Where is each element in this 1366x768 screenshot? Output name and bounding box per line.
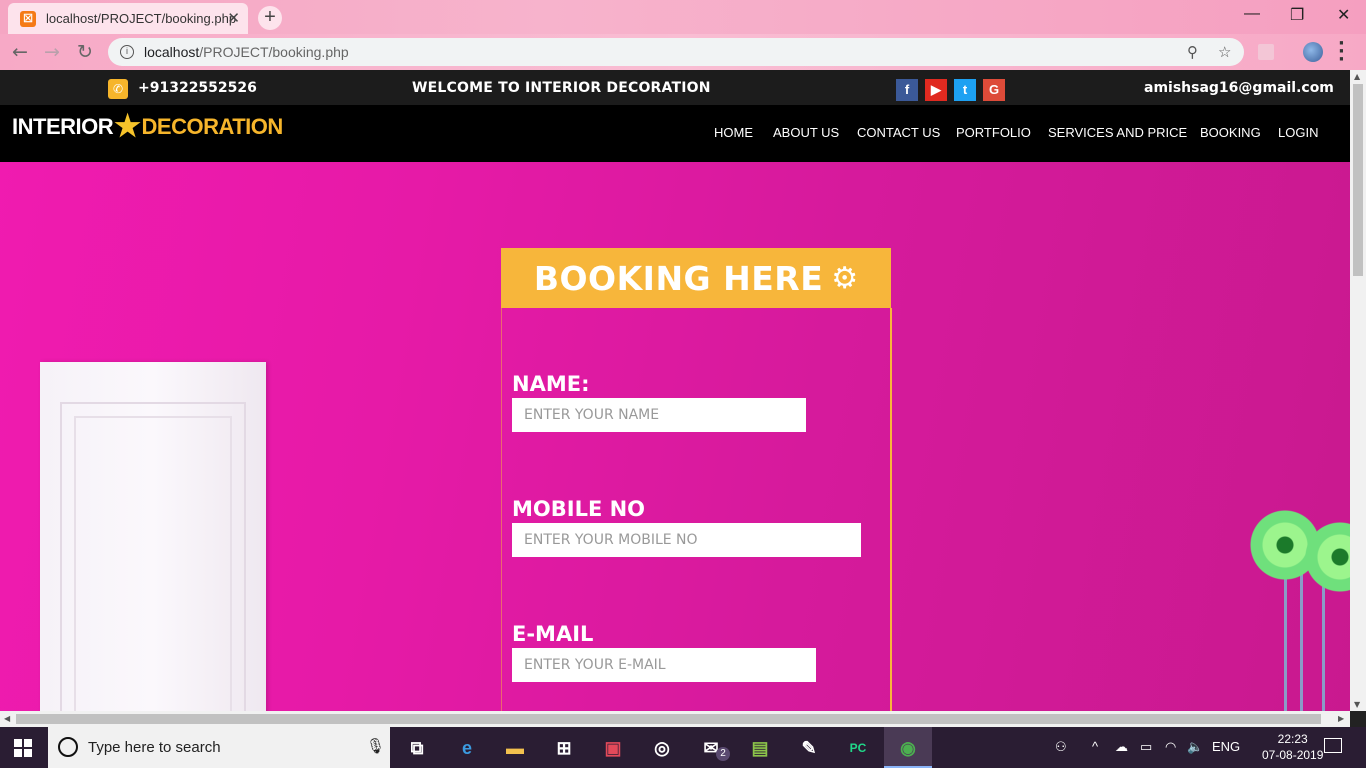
name-input[interactable]	[512, 398, 806, 432]
xampp-favicon-icon: ☒	[20, 10, 36, 27]
nav-booking[interactable]: BOOKING	[1200, 125, 1261, 140]
browser-tabstrip: ☒ localhost/PROJECT/booking.php ✕ + — ❐ …	[0, 0, 1366, 34]
url-text[interactable]: localhost/PROJECT/booking.php	[144, 44, 349, 60]
booking-header: BOOKING HERE ⚙	[501, 248, 891, 308]
chrome-icon: ◉	[900, 738, 916, 758]
address-bar[interactable]: i localhost/PROJECT/booking.php ⚲ ☆	[108, 38, 1244, 66]
mobile-label: MOBILE NO	[512, 497, 646, 521]
mail-badge: 2	[716, 747, 730, 761]
nav-login[interactable]: LOGIN	[1278, 125, 1318, 140]
browser-tab[interactable]: ☒ localhost/PROJECT/booking.php ✕	[8, 3, 248, 34]
scroll-left-icon[interactable]: ◀	[4, 714, 10, 723]
welcome-text: WELCOME TO INTERIOR DECORATION	[412, 80, 711, 96]
cortana-icon	[58, 737, 78, 757]
people-icon[interactable]: ⚇	[1055, 739, 1067, 755]
nav-contact-us[interactable]: CONTACT US	[857, 125, 940, 140]
phone-number: +91322552526	[138, 80, 257, 96]
booking-title: BOOKING HERE	[533, 258, 824, 298]
facebook-icon[interactable]: f	[896, 79, 918, 101]
file-explorer-icon[interactable]: ▬	[503, 736, 527, 760]
google-icon[interactable]: G	[983, 79, 1005, 101]
main-navbar: INTERIOR ★ DECORATION HOME ABOUT US CONT…	[0, 105, 1350, 162]
name-label: NAME:	[512, 372, 590, 396]
tab-close-icon[interactable]: ✕	[227, 9, 240, 27]
nav-portfolio[interactable]: PORTFOLIO	[956, 125, 1031, 140]
bookmark-star-icon[interactable]: ☆	[1218, 43, 1231, 61]
wifi-icon[interactable]: ◠	[1165, 739, 1176, 755]
horizontal-scroll-thumb[interactable]	[16, 714, 1321, 724]
browser-toolbar: ← → ↻ i localhost/PROJECT/booking.php ⚲ …	[0, 34, 1366, 70]
vertical-scrollbar[interactable]: ▲ ▼	[1350, 70, 1366, 711]
search-placeholder: Type here to search	[88, 739, 221, 756]
media-icon[interactable]: ◎	[650, 736, 674, 760]
reload-icon[interactable]: ↻	[77, 41, 93, 63]
system-clock[interactable]: 22:23 07-08-2019	[1262, 731, 1323, 763]
info-icon[interactable]: i	[120, 45, 134, 59]
horizontal-scrollbar[interactable]: ◀ ▶	[0, 711, 1350, 727]
top-info-bar: ✆ +91322552526 WELCOME TO INTERIOR DECOR…	[0, 70, 1350, 105]
taskbar-search[interactable]: Type here to search 🎙	[48, 727, 390, 768]
volume-icon[interactable]: 🔈	[1187, 739, 1203, 755]
close-window-icon[interactable]: ✕	[1337, 5, 1350, 25]
twitter-icon[interactable]: t	[954, 79, 976, 101]
booking-form: BOOKING HERE ⚙ NAME: MOBILE NO E-MAIL	[501, 248, 893, 711]
contact-email: amishsag16@gmail.com	[1144, 80, 1334, 96]
nav-about-us[interactable]: ABOUT US	[773, 125, 839, 140]
show-hidden-icons[interactable]: ^	[1092, 739, 1098, 754]
mobile-input[interactable]	[512, 523, 861, 557]
nav-services-and-price[interactable]: SERVICES AND PRICE	[1048, 125, 1187, 140]
windows-taskbar: Type here to search 🎙 ⧉ e ▬ ⊞ ▣ ◎ ✉ 2 ▤ …	[0, 727, 1366, 768]
youtube-icon[interactable]: ▶	[925, 79, 947, 101]
star-icon: ★	[114, 110, 141, 143]
battery-icon[interactable]: ▭	[1140, 739, 1152, 755]
language-indicator[interactable]: ENG	[1212, 739, 1240, 754]
scroll-down-icon[interactable]: ▼	[1354, 700, 1360, 709]
task-view-icon[interactable]: ⧉	[405, 736, 429, 760]
door-decoration	[40, 362, 266, 711]
store-icon[interactable]: ⊞	[552, 736, 576, 760]
site-logo[interactable]: INTERIOR ★ DECORATION	[12, 109, 283, 144]
vertical-scroll-thumb[interactable]	[1353, 84, 1363, 276]
forward-icon[interactable]: →	[44, 41, 60, 63]
windows-start-icon[interactable]	[14, 739, 32, 757]
scroll-right-icon[interactable]: ▶	[1338, 714, 1344, 723]
minimize-icon[interactable]: —	[1244, 5, 1260, 23]
pen-icon[interactable]: ✎	[797, 736, 821, 760]
gears-icon: ⚙	[831, 260, 859, 296]
nav-home[interactable]: HOME	[714, 125, 753, 140]
action-center-icon[interactable]	[1324, 738, 1342, 753]
email-label: E-MAIL	[512, 622, 594, 646]
tab-title: localhost/PROJECT/booking.php	[46, 11, 237, 26]
scroll-up-icon[interactable]: ▲	[1354, 72, 1360, 81]
notepad-plus-icon[interactable]: ▤	[748, 736, 772, 760]
extension-icon[interactable]	[1258, 44, 1274, 60]
edge-icon[interactable]: e	[455, 736, 479, 760]
microphone-icon[interactable]: 🎙	[366, 737, 385, 755]
restore-icon[interactable]: ❐	[1290, 5, 1304, 25]
phone-icon: ✆	[108, 79, 128, 99]
new-tab-button[interactable]: +	[258, 6, 282, 30]
page-viewport: ✆ +91322552526 WELCOME TO INTERIOR DECOR…	[0, 70, 1350, 711]
pycharm-icon[interactable]: PC	[846, 736, 870, 760]
antivirus-icon[interactable]: ☁	[1115, 739, 1128, 755]
back-icon[interactable]: ←	[12, 41, 28, 63]
browser-menu-icon[interactable]: · · ·	[1338, 35, 1345, 69]
profile-avatar[interactable]	[1303, 42, 1323, 62]
chrome-taskbar-button[interactable]: ◉	[884, 727, 932, 768]
zoom-icon[interactable]: ⚲	[1187, 43, 1198, 61]
gift-icon[interactable]: ▣	[601, 736, 625, 760]
email-input[interactable]	[512, 648, 816, 682]
